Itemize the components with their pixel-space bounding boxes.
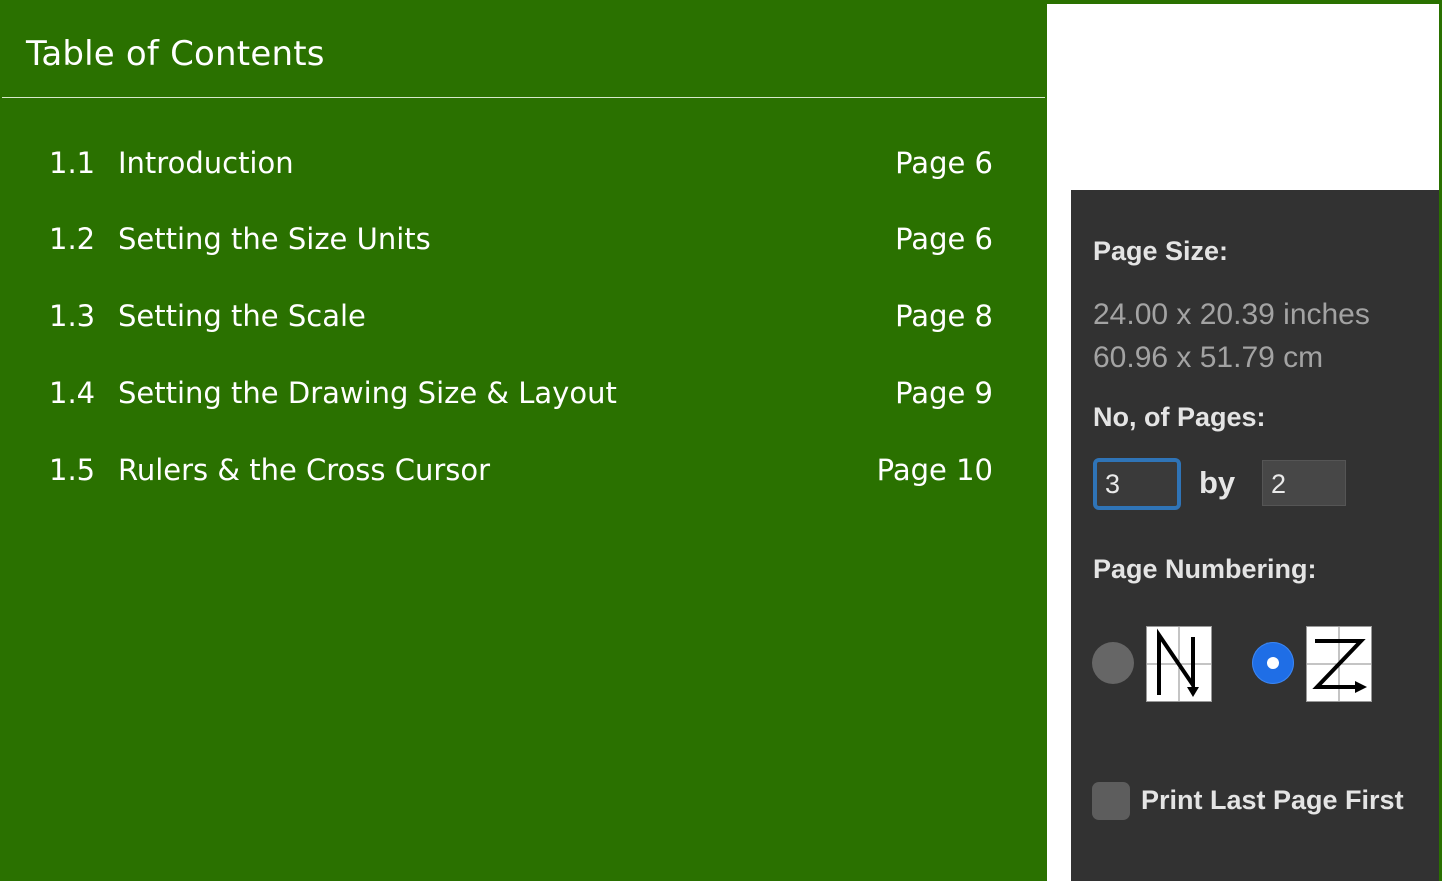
- across-then-down-order-icon[interactable]: [1306, 626, 1372, 702]
- toc-item-page: Page 6: [895, 222, 993, 256]
- print-last-page-first-checkbox[interactable]: [1092, 782, 1130, 820]
- toc-item-label: Introduction: [118, 146, 294, 180]
- page-size-inches: 24.00 x 20.39 inches: [1093, 298, 1370, 331]
- toc-item-rulers-cross-cursor[interactable]: 1.5 Rulers & the Cross Cursor Page 10: [2, 453, 1045, 493]
- toc-item-page: Page 9: [895, 376, 993, 410]
- toc-item-page: Page 6: [895, 146, 993, 180]
- toc-item-label: Setting the Scale: [118, 299, 366, 333]
- numbering-down-radio[interactable]: [1092, 642, 1134, 684]
- page-size-cm: 60.96 x 51.79 cm: [1093, 341, 1324, 374]
- toc-item-number: 1.2: [49, 222, 96, 256]
- toc-item-number: 1.3: [49, 299, 96, 333]
- page-size-label: Page Size:: [1093, 236, 1229, 266]
- toc-item-size-units[interactable]: 1.2 Setting the Size Units Page 6: [2, 222, 1045, 262]
- toc-item-scale[interactable]: 1.3 Setting the Scale Page 8: [2, 299, 1045, 339]
- radio-selected-dot: [1267, 657, 1279, 669]
- pages-across-input[interactable]: 3: [1093, 458, 1181, 510]
- down-then-across-order-icon[interactable]: [1146, 626, 1212, 702]
- toc-item-number: 1.5: [49, 453, 96, 487]
- toc-item-label: Setting the Size Units: [118, 222, 431, 256]
- window: Table of Contents 1.1 Introduction Page …: [0, 0, 1442, 881]
- print-last-page-first-label[interactable]: Print Last Page First: [1141, 785, 1404, 816]
- toc-item-page: Page 10: [876, 453, 993, 487]
- toc-item-drawing-size-layout[interactable]: 1.4 Setting the Drawing Size & Layout Pa…: [2, 376, 1045, 416]
- page-setup-panel: Page Size: 24.00 x 20.39 inches 60.96 x …: [1071, 190, 1439, 881]
- pages-down-input[interactable]: 2: [1262, 460, 1346, 506]
- toc-item-number: 1.1: [49, 146, 96, 180]
- toc-item-page: Page 8: [895, 299, 993, 333]
- page-numbering-label: Page Numbering:: [1093, 554, 1317, 584]
- numbering-across-radio[interactable]: [1252, 642, 1294, 684]
- table-of-contents-panel: Table of Contents 1.1 Introduction Page …: [2, 4, 1045, 881]
- num-pages-label: No, of Pages:: [1093, 402, 1266, 432]
- toc-item-introduction[interactable]: 1.1 Introduction Page 6: [2, 146, 1045, 186]
- toc-title: Table of Contents: [26, 34, 325, 74]
- toc-item-label: Setting the Drawing Size & Layout: [118, 376, 617, 410]
- by-label: by: [1199, 465, 1236, 500]
- toc-item-label: Rulers & the Cross Cursor: [118, 453, 491, 487]
- toc-divider: [2, 97, 1045, 98]
- toc-item-number: 1.4: [49, 376, 96, 410]
